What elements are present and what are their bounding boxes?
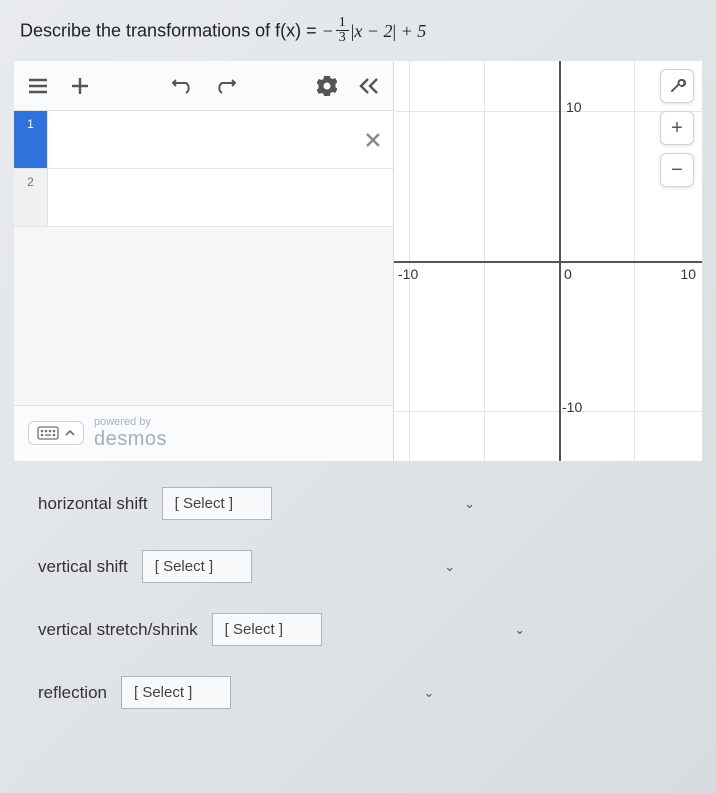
vshift-select[interactable]: [ Select ]: [142, 550, 252, 583]
row-index: 2: [14, 169, 48, 226]
row-index: 1: [14, 111, 48, 168]
answer-vshift: vertical shift [ Select ] ⌄: [38, 550, 690, 583]
y-tick-pos10: 10: [566, 99, 582, 115]
menu-icon[interactable]: [24, 72, 52, 100]
chevron-up-icon: [65, 429, 75, 437]
expression-input[interactable]: [48, 111, 353, 168]
expression-panel: 1 2 powered by desmos: [14, 61, 394, 461]
question-prompt: Describe the transformations of f(x) = −…: [0, 0, 716, 61]
zoom-out-button[interactable]: −: [660, 153, 694, 187]
expression-row-2[interactable]: 2: [14, 169, 393, 227]
desmos-logo: desmos: [94, 428, 167, 451]
powered-by-block: powered by desmos: [94, 416, 167, 451]
hshift-label: horizontal shift: [38, 494, 148, 514]
reflect-select[interactable]: [ Select ]: [121, 676, 231, 709]
wrench-button[interactable]: [660, 69, 694, 103]
reflect-label: reflection: [38, 683, 107, 703]
prompt-formula: −13|x − 2| + 5: [322, 21, 427, 41]
answer-stretch: vertical stretch/shrink [ Select ] ⌄: [38, 613, 690, 646]
calculator-widget: 1 2 powered by desmos: [14, 61, 702, 461]
x-tick-pos10: 10: [680, 266, 696, 282]
stretch-label: vertical stretch/shrink: [38, 620, 198, 640]
graph-tools: + −: [660, 69, 694, 187]
graph-panel[interactable]: -10 0 10 10 -10 + −: [394, 61, 702, 461]
expression-input[interactable]: [48, 169, 393, 226]
chevron-down-icon[interactable]: ⌄: [508, 622, 532, 638]
answer-hshift: horizontal shift [ Select ] ⌄: [38, 487, 690, 520]
answer-reflect: reflection [ Select ] ⌄: [38, 676, 690, 709]
vshift-label: vertical shift: [38, 557, 128, 577]
zoom-in-button[interactable]: +: [660, 111, 694, 145]
redo-icon[interactable]: [211, 72, 239, 100]
chevron-down-icon[interactable]: ⌄: [438, 559, 462, 575]
delete-row-icon[interactable]: [353, 111, 393, 168]
x-tick-neg10: -10: [398, 266, 418, 282]
prompt-text: Describe the transformations of f(x) =: [20, 21, 322, 41]
collapse-icon[interactable]: [355, 72, 383, 100]
settings-icon[interactable]: [313, 72, 341, 100]
graph-grid: -10 0 10 10 -10: [394, 61, 702, 461]
calc-toolbar: [14, 61, 393, 111]
expression-area[interactable]: [14, 227, 393, 405]
answers-section: horizontal shift [ Select ] ⌄ vertical s…: [0, 461, 716, 719]
y-tick-neg10: -10: [562, 399, 582, 415]
add-icon[interactable]: [66, 72, 94, 100]
calc-footer: powered by desmos: [14, 405, 393, 461]
hshift-select[interactable]: [ Select ]: [162, 487, 272, 520]
chevron-down-icon[interactable]: ⌄: [458, 496, 482, 512]
undo-icon[interactable]: [169, 72, 197, 100]
fraction: 13: [336, 16, 349, 45]
expression-row-1[interactable]: 1: [14, 111, 393, 169]
x-tick-zero: 0: [564, 266, 572, 282]
keyboard-button[interactable]: [28, 421, 84, 445]
chevron-down-icon[interactable]: ⌄: [417, 685, 441, 701]
stretch-select[interactable]: [ Select ]: [212, 613, 322, 646]
